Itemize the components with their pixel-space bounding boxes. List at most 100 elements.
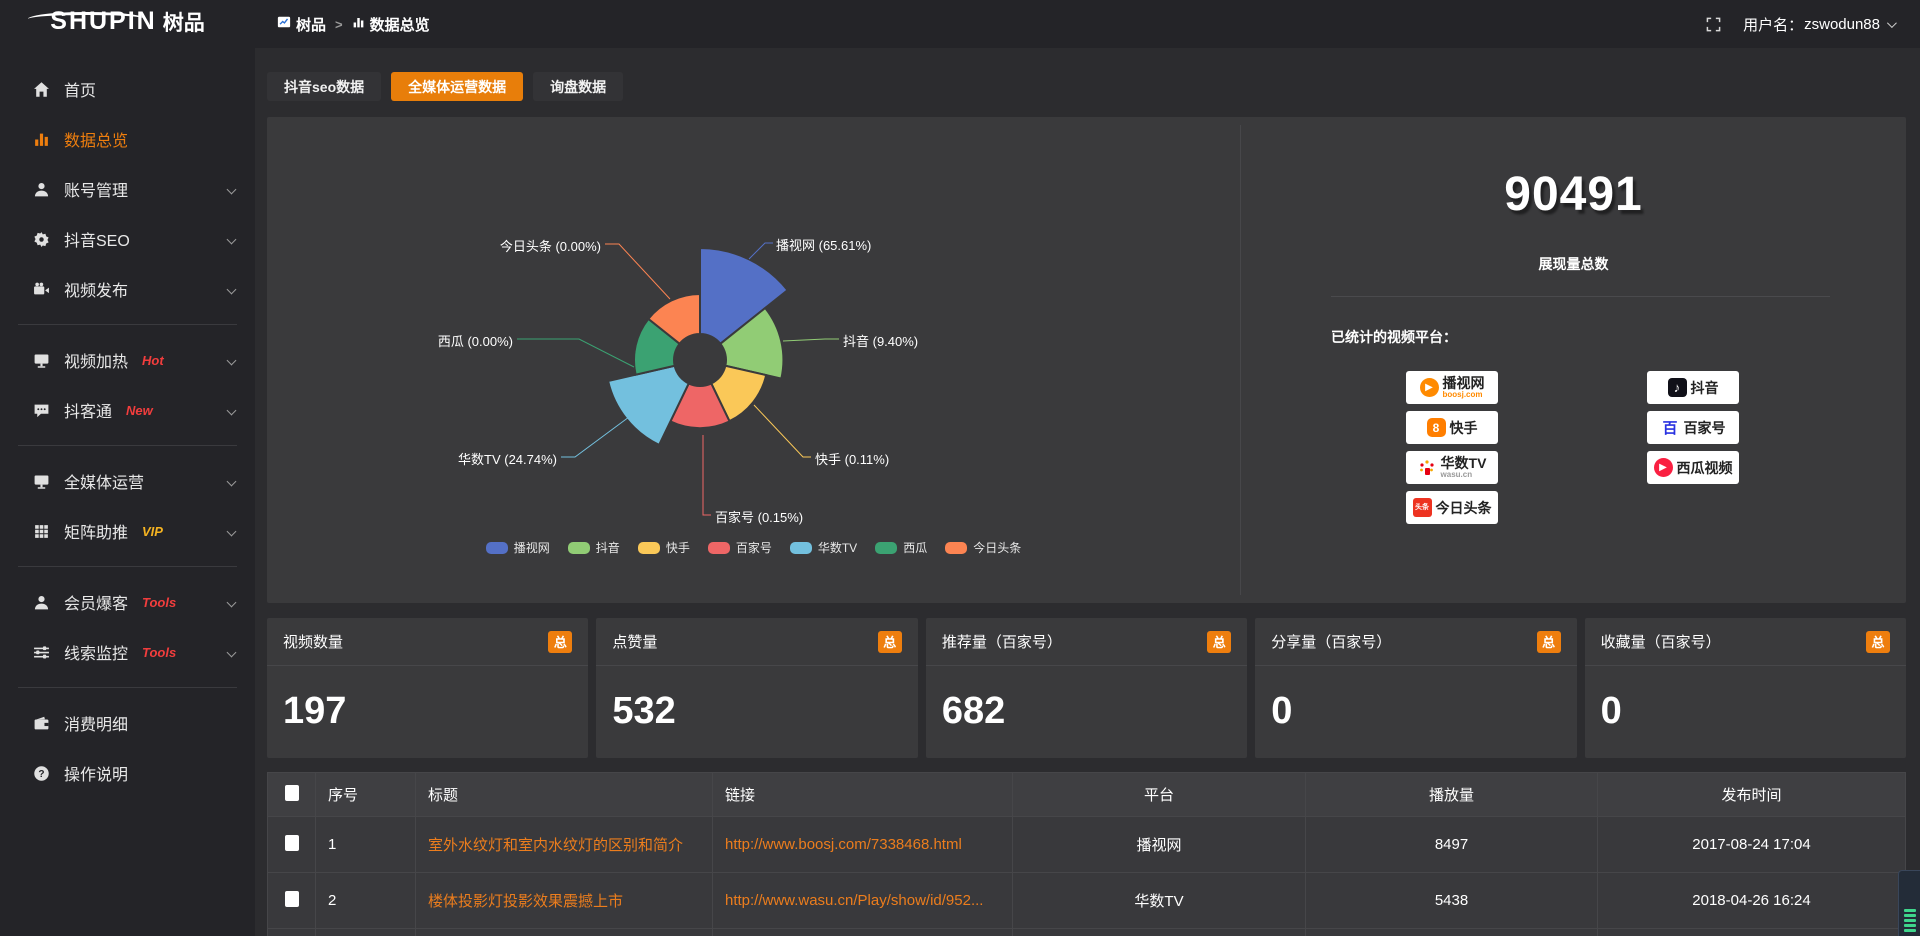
total-badge[interactable]: 总 [1207,631,1231,653]
sidebar-divider [18,566,237,567]
cell-index: 2 [316,873,416,929]
sidebar-badge-vip: VIP [142,524,163,539]
legend-item-抖音[interactable]: 抖音 [568,539,620,556]
stat-card-value: 532 [596,666,917,733]
sidebar-item-member-baoke[interactable]: 会员爆客Tools [0,577,255,627]
sidebar-item-video-heating[interactable]: 视频加热Hot [0,335,255,385]
sidebar-item-account-management[interactable]: 账号管理 [0,164,255,214]
total-badge[interactable]: 总 [1866,631,1890,653]
pie-label-播视网: 播视网 (65.61%) [776,235,871,254]
sidebar-badge-tools: Tools [142,595,176,610]
platform-badge-baijiahao: 百百家号 [1647,411,1739,444]
chevron-down-icon [227,284,237,294]
legend-item-华数TV[interactable]: 华数TV [790,539,857,556]
impressions-total-value: 90491 [1241,167,1906,222]
sidebar-divider [18,445,237,446]
tab-douyin-seo-data[interactable]: 抖音seo数据 [267,72,381,101]
sidebar-item-label: 矩阵助推 [64,519,128,543]
total-badge[interactable]: 总 [548,631,572,653]
stat-card-favorite-count: 收藏量（百家号）总0 [1585,618,1906,758]
pie-label-line [605,244,670,299]
chevron-down-icon [227,355,237,365]
legend-item-西瓜[interactable]: 西瓜 [875,539,927,556]
sidebar-item-label: 操作说明 [64,761,128,785]
sidebar-item-clue-monitoring[interactable]: 线索监控Tools [0,627,255,677]
legend-item-快手[interactable]: 快手 [638,539,690,556]
select-all-checkbox[interactable] [285,785,299,801]
stat-card-header: 视频数量总 [267,618,588,666]
pie-slice-华数TV[interactable] [608,366,689,445]
total-badge[interactable]: 总 [878,631,902,653]
chevron-down-icon [227,405,237,415]
pie-label-line [749,243,773,259]
cell-url-link[interactable]: http://www.wasu.cn/Play/show/id/952... [713,873,1013,929]
breadcrumb: 树品 > 数据总览 [277,14,430,35]
username-label: 用户名： [1743,14,1803,35]
legend-marker [568,542,590,554]
sidebar-item-label: 抖客通 [64,398,112,422]
cell-platform: 华数TV [1013,873,1306,929]
pie-label-西瓜: 西瓜 (0.00%) [438,331,513,350]
top-bar: SHUPIN 树品 树品 > 数据总览 用户名：zswodun88 [0,0,1920,48]
platform-logo-grid: ▶播视网boosj.com♪抖音8快手百百家号华数TVwasu.cn▶西瓜视频头… [1406,371,1826,524]
logo-arc [28,12,146,26]
sidebar-item-douketong[interactable]: 抖客通New [0,385,255,435]
tab-inquiry-data[interactable]: 询盘数据 [533,72,623,101]
legend-item-今日头条[interactable]: 今日头条 [945,539,1021,556]
chevron-down-icon [227,597,237,607]
sidebar-divider [18,324,237,325]
row-checkbox[interactable] [285,891,299,907]
platform-name: 百家号 [1684,418,1726,438]
sidebar-item-douyin-seo[interactable]: 抖音SEO [0,214,255,264]
total-badge[interactable]: 总 [1537,631,1561,653]
legend-label: 今日头条 [973,539,1021,556]
sidebar-item-video-publish[interactable]: 视频发布 [0,264,255,314]
legend-marker [708,542,730,554]
home-icon [32,80,50,98]
legend-item-百家号[interactable]: 百家号 [708,539,772,556]
baijiahao-logo-icon: 百 [1661,418,1680,437]
col-header-published: 发布时间 [1598,773,1906,817]
platform-badge-kuaishou: 8快手 [1406,411,1498,444]
pie-label-百家号: 百家号 (0.15%) [715,507,803,526]
monitor-icon [32,351,50,369]
tab-omnimedia-operation-data[interactable]: 全媒体运营数据 [391,72,523,101]
platform-name: 今日头条 [1436,498,1492,518]
legend-label: 抖音 [596,539,620,556]
user-menu[interactable]: 用户名：zswodun88 [1743,14,1894,35]
video-camera-icon [32,280,50,298]
stat-card-value: 682 [926,666,1247,733]
sidebar-item-consumption-details[interactable]: 消费明细 [0,698,255,748]
row-checkbox[interactable] [285,835,299,851]
cell-index: 1 [316,817,416,873]
sidebar-item-data-overview[interactable]: 数据总览 [0,114,255,164]
sidebar-divider [18,687,237,688]
col-header-title: 标题 [416,773,713,817]
stat-card-recommend-count: 推荐量（百家号）总682 [926,618,1247,758]
table-header-row: 序号标题链接平台播放量发布时间 [268,773,1906,817]
overview-panel: 播视网抖音快手百家号华数TV西瓜今日头条 播视网 (65.61%)抖音 (9.4… [267,117,1906,603]
legend-item-播视网[interactable]: 播视网 [486,539,550,556]
breadcrumb-item-data-overview[interactable]: 数据总览 [352,14,430,35]
cell-title-link[interactable]: 楼体投影灯投影效果震撼上市 [416,873,713,929]
pie-label-line [517,339,634,367]
sidebar-item-matrix-boost[interactable]: 矩阵助推 VIP [0,506,255,556]
pie-label-line [703,435,711,515]
username-value: zswodun88 [1804,16,1880,33]
app-logo: SHUPIN 树品 [0,9,255,40]
green-bar-icon [1904,924,1916,927]
breadcrumb-item-shupin[interactable]: 树品 [277,14,326,35]
platform-badge-wasu: 华数TVwasu.cn [1406,451,1498,484]
fullscreen-icon[interactable] [1706,17,1721,32]
table-row-partial [268,929,1906,936]
grid-icon [32,522,50,540]
extension-widget[interactable] [1898,870,1920,936]
cell-url-link[interactable]: http://www.boosj.com/7338468.html [713,817,1013,873]
sidebar-item-omnimedia-operation[interactable]: 全媒体运营 [0,456,255,506]
sidebar-item-operation-guide[interactable]: ?操作说明 [0,748,255,798]
cell-title-link[interactable]: 室外水纹灯和室内水纹灯的区别和简介 [416,817,713,873]
legend-marker [486,542,508,554]
pie-label-line [754,405,811,457]
sidebar-item-home[interactable]: 首页 [0,64,255,114]
bar-chart-icon [32,130,50,148]
